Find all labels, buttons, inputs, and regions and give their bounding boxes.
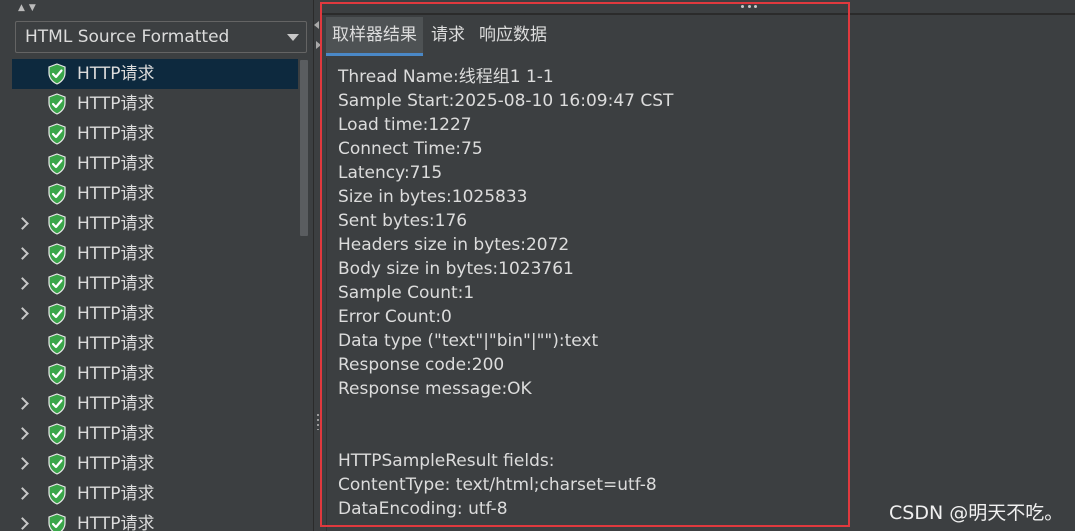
tree-item-label: HTTP请求 (77, 334, 155, 354)
tree-item[interactable]: HTTP请求 (12, 449, 298, 479)
expand-right-icon[interactable] (316, 41, 321, 49)
drag-handle-icon[interactable] (741, 5, 757, 9)
tree-item[interactable]: HTTP请求 (12, 179, 298, 209)
splitter-grip-icon[interactable] (317, 414, 319, 430)
tab-0[interactable]: 取样器结果 (326, 17, 423, 56)
tree-item[interactable]: HTTP请求 (12, 239, 298, 269)
shield-check-icon (47, 63, 67, 85)
tree-item[interactable]: HTTP请求 (12, 509, 298, 531)
tree-item[interactable]: HTTP请求 (12, 149, 298, 179)
arrow-down-icon[interactable]: ▼ (29, 2, 36, 14)
result-line: Headers size in bytes:2072 (338, 235, 570, 255)
tree-item[interactable]: HTTP请求 (12, 329, 298, 359)
pane-splitter[interactable] (313, 0, 322, 531)
shield-check-icon (47, 273, 67, 295)
shield-check-icon (47, 513, 67, 531)
result-line: DataEncoding: utf-8 (338, 499, 508, 519)
chevron-right-icon[interactable] (16, 247, 29, 260)
result-line: Load time:1227 (338, 115, 472, 135)
tree-item-label: HTTP请求 (77, 424, 155, 444)
tree-item[interactable]: HTTP请求 (12, 269, 298, 299)
sample-detail-pane: 取样器结果 请求 响应数据 Thread Name:线程组1 1-1 Sample S… (322, 0, 1075, 531)
top-divider (322, 13, 1075, 15)
tree-item-label: HTTP请求 (77, 274, 155, 294)
tree-item[interactable]: HTTP请求 (12, 89, 298, 119)
tree-item-label: HTTP请求 (77, 154, 155, 174)
result-line: Latency:715 (338, 163, 443, 183)
chevron-right-icon[interactable] (16, 427, 29, 440)
tree-item[interactable]: HTTP请求 (12, 419, 298, 449)
tree-item-label: HTTP请求 (77, 124, 155, 144)
result-line: Thread Name:线程组1 1-1 (338, 67, 554, 87)
shield-check-icon (47, 93, 67, 115)
chevron-right-icon[interactable] (16, 487, 29, 500)
tree-item-label: HTTP请求 (77, 244, 155, 264)
tab-1[interactable]: 请求 (425, 17, 471, 56)
renderer-select[interactable]: HTML Source Formatted (15, 21, 307, 53)
tree-item[interactable]: HTTP请求 (12, 119, 298, 149)
chevron-right-icon[interactable] (16, 307, 29, 320)
tree-item-label: HTTP请求 (77, 64, 155, 84)
result-line: Size in bytes:1025833 (338, 187, 528, 207)
collapse-left-icon[interactable] (314, 21, 319, 29)
tree-item[interactable]: HTTP请求 (12, 209, 298, 239)
detail-tabs: 取样器结果 请求 响应数据 (326, 17, 555, 56)
chevron-right-icon[interactable] (16, 457, 29, 470)
tree-item[interactable]: HTTP请求 (12, 59, 298, 89)
tree-item-label: HTTP请求 (77, 484, 155, 504)
jmeter-results-tree-view: ▲ ▼ HTML Source Formatted HTTP请求 HTTP请求 HT… (0, 0, 1075, 531)
tree-item-label: HTTP请求 (77, 394, 155, 414)
result-line: Response message:OK (338, 379, 532, 399)
tree-item-label: HTTP请求 (77, 514, 155, 531)
tree-item[interactable]: HTTP请求 (12, 389, 298, 419)
sample-tree: HTTP请求 HTTP请求 HTTP请求 HTTP请求 HTTP请求 HTTP请求 HTTP… (12, 59, 298, 531)
shield-check-icon (47, 123, 67, 145)
sampler-result-text: Thread Name:线程组1 1-1 Sample Start:2025-08… (326, 58, 847, 531)
shield-check-icon (47, 303, 67, 325)
tree-item-label: HTTP请求 (77, 364, 155, 384)
results-tree-pane: ▲ ▼ HTML Source Formatted HTTP请求 HTTP请求 HT… (0, 0, 313, 531)
watermark: CSDN @明天不吃。 (889, 502, 1064, 524)
shield-check-icon (47, 423, 67, 445)
renderer-select-value: HTML Source Formatted (25, 27, 230, 47)
tree-item[interactable]: HTTP请求 (12, 299, 298, 329)
shield-check-icon (47, 243, 67, 265)
shield-check-icon (47, 333, 67, 355)
result-line: HTTPSampleResult fields: (338, 451, 555, 471)
chevron-right-icon[interactable] (16, 277, 29, 290)
tree-item-label: HTTP请求 (77, 94, 155, 114)
shield-check-icon (47, 453, 67, 475)
tree-item-label: HTTP请求 (77, 454, 155, 474)
shield-check-icon (47, 153, 67, 175)
chevron-right-icon[interactable] (16, 397, 29, 410)
result-line: Sample Start:2025-08-10 16:09:47 CST (338, 91, 674, 111)
tab-2[interactable]: 响应数据 (473, 17, 553, 56)
chevron-right-icon[interactable] (16, 517, 29, 530)
result-line: Data type ("text"|"bin"|""):text (338, 331, 599, 351)
arrow-up-icon[interactable]: ▲ (18, 2, 25, 14)
shield-check-icon (47, 183, 67, 205)
tree-item[interactable]: HTTP请求 (12, 359, 298, 389)
result-line: ContentType: text/html;charset=utf-8 (338, 475, 657, 495)
tree-scrollbar-thumb[interactable] (300, 60, 308, 236)
tree-item-label: HTTP请求 (77, 304, 155, 324)
shield-check-icon (47, 363, 67, 385)
result-line: Body size in bytes:1023761 (338, 259, 574, 279)
pane-collapse-arrows[interactable]: ▲ ▼ (18, 2, 36, 14)
result-line: Sample Count:1 (338, 283, 475, 303)
shield-check-icon (47, 483, 67, 505)
tree-item-label: HTTP请求 (77, 214, 155, 234)
tree-item-label: HTTP请求 (77, 184, 155, 204)
result-line: Connect Time:75 (338, 139, 483, 159)
chevron-right-icon[interactable] (16, 217, 29, 230)
caret-down-icon (287, 34, 299, 41)
shield-check-icon (47, 393, 67, 415)
result-line: Error Count:0 (338, 307, 452, 327)
result-line: Response code:200 (338, 355, 505, 375)
shield-check-icon (47, 213, 67, 235)
tree-item[interactable]: HTTP请求 (12, 479, 298, 509)
result-line: Sent bytes:176 (338, 211, 468, 231)
